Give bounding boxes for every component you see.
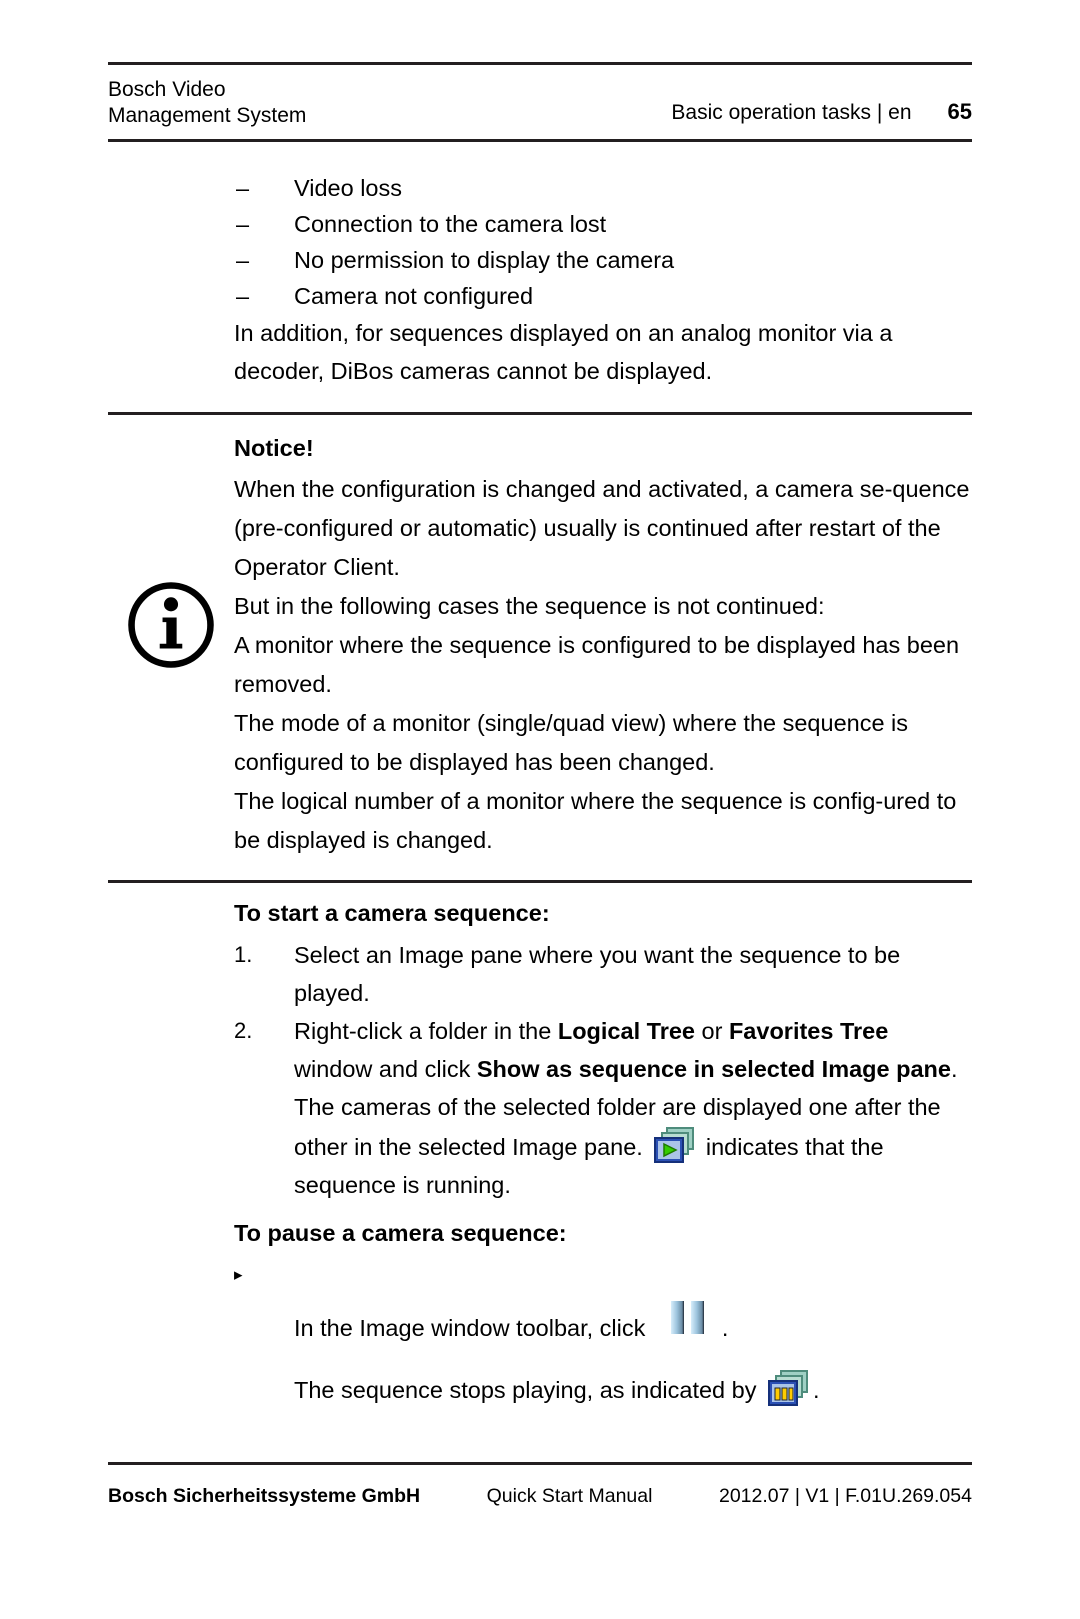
step-text-segment: In the Image window toolbar, click (294, 1315, 652, 1341)
list-item-label: Video loss (294, 175, 402, 201)
procedure-top-rule (108, 880, 972, 883)
list-item: – Camera not configured (108, 278, 972, 314)
page-header: Bosch Video Management System Basic oper… (108, 62, 972, 142)
header-bottom-rule (108, 139, 972, 142)
procedure-title: To start a camera sequence: (234, 900, 550, 926)
sequence-playing-icon (654, 1127, 695, 1163)
dash-marker: – (236, 247, 250, 273)
footer-version: 2012.07 | V1 | F.01U.269.054 (718, 1485, 972, 1507)
step-result-text: The cameras of the selected folder are d… (294, 1094, 941, 1198)
step-text-segment: . (950, 1056, 958, 1082)
page-number: 65 (947, 99, 972, 124)
list-item: – No permission to display the camera (108, 242, 972, 278)
info-icon (128, 582, 214, 668)
list-item-label: Connection to the camera lost (294, 211, 607, 237)
step-result-text: The sequence stops playing, as indicated… (294, 1369, 972, 1409)
notice-top-rule (108, 412, 972, 415)
dash-marker: – (236, 283, 250, 309)
notice-paragraph: When the configuration is changed and ac… (234, 476, 970, 580)
header-section-label: Basic operation tasks | en (671, 101, 912, 124)
product-title: Bosch Video Management System (108, 78, 307, 127)
list-item: 1. Select an Image pane where you want t… (108, 936, 972, 1012)
footer-manual-name: Quick Start Manual (486, 1485, 653, 1507)
notice-paragraph: But in the following cases the sequence … (234, 593, 825, 619)
start-sequence-procedure: To start a camera sequence: 1. Select an… (108, 880, 972, 1204)
list-item: 2. Right-click a folder in the Logical T… (108, 1012, 972, 1204)
list-item-label: Camera not configured (294, 283, 534, 309)
procedure-title: To pause a camera sequence: (234, 1220, 567, 1246)
step-number: 2. (234, 1018, 253, 1043)
step-text: Right-click a folder in the Logical Tree… (294, 1012, 972, 1204)
step-result-segment: . (813, 1377, 820, 1403)
list-item: – Video loss (108, 170, 972, 206)
step-text: In the Image window toolbar, click . (294, 1301, 729, 1341)
footer-company: Bosch Sicherheitssysteme GmbH (108, 1485, 421, 1507)
ui-term-logical-tree: Logical Tree (557, 1018, 695, 1044)
document-page: Bosch Video Management System Basic oper… (0, 0, 1080, 1619)
ui-term-favorites-tree: Favorites Tree (728, 1018, 889, 1044)
procedure-steps: ▸ In the Image window toolbar, click . T… (108, 1256, 972, 1409)
step-number: 1. (234, 942, 253, 967)
sequence-stopped-icon (768, 1370, 808, 1406)
step-result-segment: The sequence stops playing, as indicated… (294, 1377, 763, 1403)
step-text-segment: window and click (294, 1056, 477, 1082)
ui-term-show-as-sequence: Show as sequence in selected Image pane (476, 1056, 951, 1082)
failure-reason-list: – Video loss – Connection to the camera … (108, 170, 972, 314)
notice-block: Notice! When the configuration is change… (108, 412, 972, 860)
page-content: – Video loss – Connection to the camera … (108, 170, 972, 1409)
list-item: ▸ In the Image window toolbar, click . T… (108, 1256, 972, 1409)
page-footer: Bosch Sicherheitssysteme GmbH Quick Star… (108, 1462, 972, 1508)
list-item-label: No permission to display the camera (294, 247, 675, 273)
intro-paragraph: In addition, for sequences displayed on … (234, 320, 893, 384)
triangle-bullet-icon: ▸ (234, 1265, 243, 1284)
step-text-segment: . (721, 1315, 729, 1341)
notice-paragraph: The logical number of a monitor where th… (234, 788, 957, 853)
notice-paragraph: A monitor where the sequence is configur… (234, 632, 960, 697)
step-text-segment: Right-click a folder in the (294, 1018, 558, 1044)
procedure-steps: 1. Select an Image pane where you want t… (108, 936, 972, 1204)
pause-sequence-procedure: To pause a camera sequence: ▸ In the Ima… (108, 1214, 972, 1409)
dash-marker: – (236, 175, 250, 201)
step-text: Select an Image pane where you want the … (294, 942, 901, 1006)
list-item: – Connection to the camera lost (108, 206, 972, 242)
notice-paragraph: The mode of a monitor (single/quad view)… (234, 710, 909, 775)
pause-icon (670, 1301, 704, 1334)
notice-title: Notice! (234, 435, 314, 461)
step-text-segment: or (694, 1018, 729, 1044)
dash-marker: – (236, 211, 250, 237)
